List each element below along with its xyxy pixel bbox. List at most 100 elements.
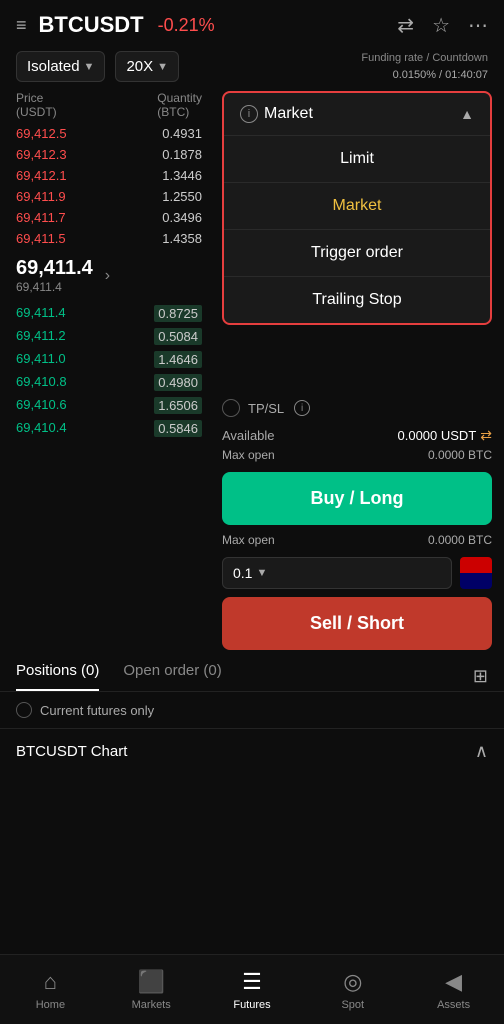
bid-row: 69,410.61.6506 (16, 394, 210, 417)
chart-title: BTCUSDT Chart (16, 743, 127, 760)
more-icon[interactable]: ⋯ (468, 13, 488, 38)
ask-row: 69,412.50.4931 (16, 123, 210, 144)
ask-rows: 69,412.50.493169,412.30.187869,412.11.34… (16, 123, 210, 249)
max-open-value-1: 0.0000 BTC (428, 448, 492, 462)
ask-row: 69,411.51.4358 (16, 228, 210, 249)
ask-row: 69,411.70.3496 (16, 207, 210, 228)
panel-content: TP/SL i Available 0.0000 USDT ⇄ Max open… (222, 391, 492, 650)
right-panel: i Market ▲ LimitMarketTrigger orderTrail… (210, 91, 504, 650)
max-open-value-2: 0.0000 BTC (428, 533, 492, 547)
quantity-row: 0.1 ▼ (222, 557, 492, 589)
dropdown-header[interactable]: i Market ▲ (224, 93, 490, 136)
order-type-current: Market (264, 105, 313, 123)
chart-toggle-icon[interactable]: ∧ (475, 741, 488, 762)
nav-item-assets[interactable]: ◀ Assets (403, 969, 504, 1011)
main-content: Price (USDT) Quantity (BTC) 69,412.50.49… (0, 91, 504, 650)
available-label: Available (222, 428, 275, 443)
tpsl-info-icon[interactable]: i (294, 400, 310, 416)
funding-info: Funding rate / Countdown 0.0150% / 01:40… (361, 50, 488, 83)
ob-headers: Price (USDT) Quantity (BTC) (16, 91, 210, 123)
sell-short-button[interactable]: Sell / Short (222, 597, 492, 650)
markets-nav-label: Markets (132, 999, 171, 1011)
mid-arrow-icon[interactable]: › (105, 267, 110, 285)
header-actions: ⇄ ☆ ⋯ (397, 13, 488, 38)
nav-item-spot[interactable]: ◎ Spot (302, 969, 403, 1011)
hamburger-icon[interactable]: ≡ (16, 15, 27, 36)
max-open-row-1: Max open 0.0000 BTC (222, 448, 492, 462)
leverage-label: 20X (126, 58, 153, 75)
order-type-dropdown: i Market ▲ LimitMarketTrigger orderTrail… (222, 91, 492, 325)
available-row: Available 0.0000 USDT ⇄ (222, 427, 492, 444)
max-open-row-2: Max open 0.0000 BTC (222, 533, 492, 547)
tpsl-checkbox[interactable] (222, 399, 240, 417)
mid-sub: 69,411.4 (16, 280, 93, 294)
leverage-arrow: ▼ (157, 61, 168, 73)
order-history-icon[interactable]: ⊞ (473, 666, 488, 687)
ob-qty-header: Quantity (BTC) (157, 91, 202, 119)
max-open-label-1: Max open (222, 448, 275, 462)
symbol-title: BTCUSDT (39, 12, 144, 38)
ask-row: 69,412.30.1878 (16, 144, 210, 165)
tpsl-row: TP/SL i (222, 399, 492, 417)
leverage-dropdown[interactable]: 20X ▼ (115, 51, 179, 82)
bid-row: 69,411.20.5084 (16, 325, 210, 348)
spot-nav-icon: ◎ (343, 969, 362, 995)
mid-price-row: 69,411.4 69,411.4 › (16, 249, 210, 302)
controls-row: Isolated ▼ 20X ▼ Funding rate / Countdow… (0, 50, 504, 91)
home-nav-icon: ⌂ (44, 969, 57, 995)
transfer-icon[interactable]: ⇄ (480, 427, 492, 444)
dropdown-items: LimitMarketTrigger orderTrailing Stop (224, 136, 490, 323)
buy-long-button[interactable]: Buy / Long (222, 472, 492, 525)
favorite-icon[interactable]: ☆ (432, 13, 450, 38)
bid-rows: 69,411.40.872569,411.20.508469,411.01.46… (16, 302, 210, 440)
nav-item-home[interactable]: ⌂ Home (0, 969, 101, 1011)
home-nav-label: Home (36, 999, 65, 1011)
flag-icon[interactable] (460, 557, 492, 589)
margin-mode-label: Isolated (27, 58, 80, 75)
quantity-arrow: ▼ (256, 567, 267, 579)
bid-row: 69,411.40.8725 (16, 302, 210, 325)
assets-nav-label: Assets (437, 999, 470, 1011)
futures-filter-row: Current futures only (0, 692, 504, 728)
bid-row: 69,410.40.5846 (16, 417, 210, 440)
dropdown-header-label: i Market (240, 105, 313, 123)
compare-icon[interactable]: ⇄ (397, 13, 414, 38)
nav-item-markets[interactable]: ⬛ Markets (101, 969, 202, 1011)
mid-price: 69,411.4 (16, 257, 93, 280)
margin-mode-dropdown[interactable]: Isolated ▼ (16, 51, 105, 82)
tab-positions[interactable]: Positions (0) (16, 662, 99, 691)
margin-mode-arrow: ▼ (84, 61, 95, 73)
ask-row: 69,411.91.2550 (16, 186, 210, 207)
dropdown-close-icon[interactable]: ▲ (460, 106, 474, 122)
ob-price-header: Price (USDT) (16, 91, 57, 119)
bid-row: 69,411.01.4646 (16, 348, 210, 371)
futures-filter-label: Current futures only (40, 703, 154, 718)
max-open-label-2: Max open (222, 533, 275, 547)
order-type-info-icon[interactable]: i (240, 105, 258, 123)
tab-open-order[interactable]: Open order (0) (123, 662, 221, 691)
quantity-value: 0.1 (233, 565, 252, 581)
tpsl-label: TP/SL (248, 401, 284, 416)
order-type-option[interactable]: Market (224, 183, 490, 230)
funding-label: Funding rate / Countdown (361, 50, 488, 67)
header: ≡ BTCUSDT -0.21% ⇄ ☆ ⋯ (0, 0, 504, 50)
chart-section[interactable]: BTCUSDT Chart ∧ (0, 728, 504, 774)
order-book: Price (USDT) Quantity (BTC) 69,412.50.49… (0, 91, 210, 650)
futures-filter-radio[interactable] (16, 702, 32, 718)
available-value: 0.0000 USDT ⇄ (398, 427, 493, 444)
order-type-option[interactable]: Trigger order (224, 230, 490, 277)
futures-nav-label: Futures (233, 999, 270, 1011)
bottom-nav: ⌂ Home ⬛ Markets ☰ Futures ◎ Spot ◀ Asse… (0, 954, 504, 1024)
ask-row: 69,412.11.3446 (16, 165, 210, 186)
funding-value: 0.0150% / 01:40:07 (361, 67, 488, 84)
nav-item-futures[interactable]: ☰ Futures (202, 969, 303, 1011)
order-type-option[interactable]: Trailing Stop (224, 277, 490, 323)
tabs-row: Positions (0) Open order (0) ⊞ (0, 650, 504, 692)
spot-nav-label: Spot (341, 999, 364, 1011)
price-change: -0.21% (158, 15, 215, 36)
futures-nav-icon: ☰ (242, 969, 262, 995)
quantity-dropdown[interactable]: 0.1 ▼ (222, 557, 452, 589)
markets-nav-icon: ⬛ (137, 969, 164, 995)
order-type-option[interactable]: Limit (224, 136, 490, 183)
assets-nav-icon: ◀ (445, 969, 462, 995)
